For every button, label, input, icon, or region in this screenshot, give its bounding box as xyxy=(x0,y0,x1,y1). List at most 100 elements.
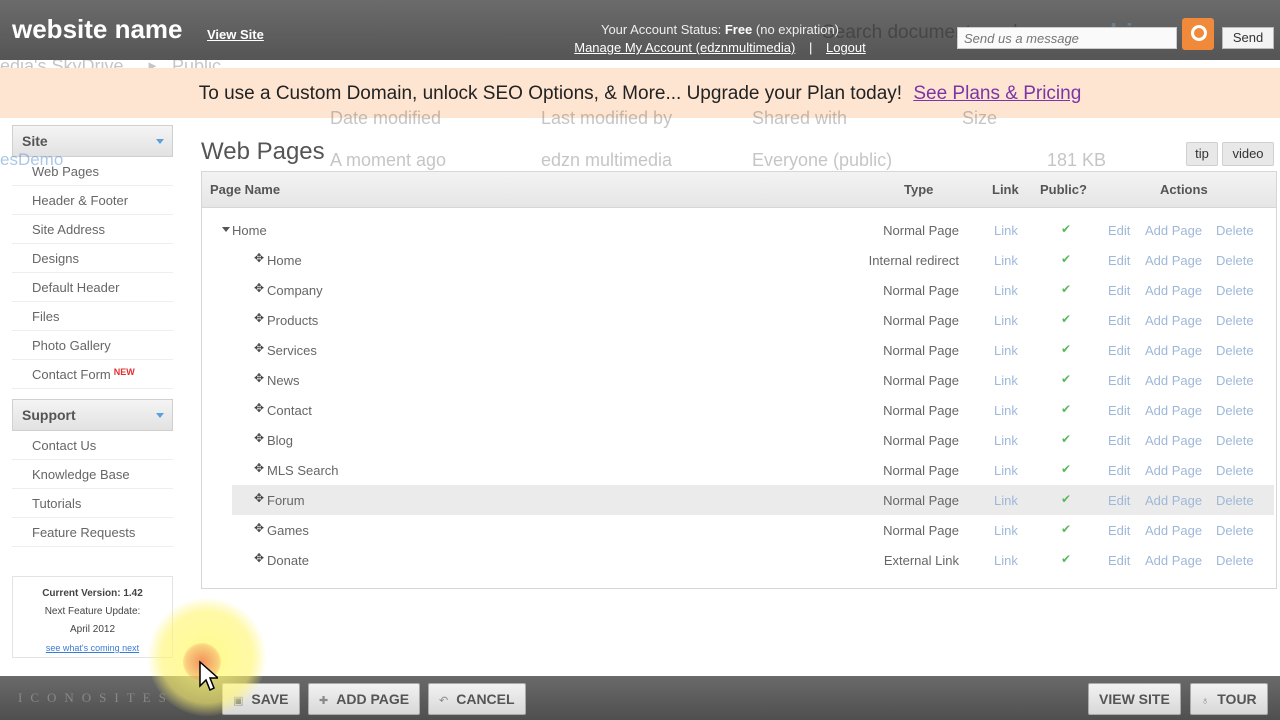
delete-action[interactable]: Delete xyxy=(1216,463,1254,478)
add-page-button[interactable]: ✚ ADD PAGE xyxy=(308,683,421,715)
chevron-down-icon[interactable] xyxy=(222,227,230,232)
page-link[interactable]: Link xyxy=(994,223,1018,238)
sidebar-item-tutorials[interactable]: Tutorials xyxy=(12,489,173,518)
manage-account-link[interactable]: Manage My Account (edznmultimedia) xyxy=(574,40,795,55)
delete-action[interactable]: Delete xyxy=(1216,523,1254,538)
edit-action[interactable]: Edit xyxy=(1108,433,1130,448)
page-link[interactable]: Link xyxy=(994,493,1018,508)
public-check-icon[interactable]: ✔ xyxy=(1061,432,1071,446)
delete-action[interactable]: Delete xyxy=(1216,283,1254,298)
table-row[interactable]: ✥ Donate External Link Link ✔ Edit Add Page Del… xyxy=(232,545,1274,575)
public-check-icon[interactable]: ✔ xyxy=(1061,462,1071,476)
table-row[interactable]: ✥ Blog Normal Page Link ✔ Edit Add Page Delete xyxy=(232,425,1274,455)
delete-action[interactable]: Delete xyxy=(1216,223,1254,238)
sidebar-item-default-header[interactable]: Default Header xyxy=(12,273,173,302)
view-site-button[interactable]: VIEW SITE xyxy=(1088,683,1181,715)
sidebar-item-header-footer[interactable]: Header & Footer xyxy=(12,186,173,215)
delete-action[interactable]: Delete xyxy=(1216,313,1254,328)
send-button[interactable]: Send xyxy=(1222,27,1274,49)
message-input[interactable] xyxy=(957,27,1177,49)
public-check-icon[interactable]: ✔ xyxy=(1061,342,1071,356)
cancel-button[interactable]: ↶ CANCEL xyxy=(428,683,526,715)
add-page-action[interactable]: Add Page xyxy=(1145,343,1202,358)
page-link[interactable]: Link xyxy=(994,253,1018,268)
edit-action[interactable]: Edit xyxy=(1108,463,1130,478)
sidebar-item-knowledge-base[interactable]: Knowledge Base xyxy=(12,460,173,489)
table-row[interactable]: ✥ Company Normal Page Link ✔ Edit Add Page Dele… xyxy=(232,275,1274,305)
tip-button[interactable]: tip xyxy=(1186,142,1218,166)
sidebar-item-designs[interactable]: Designs xyxy=(12,244,173,273)
move-icon[interactable]: ✥ xyxy=(254,281,264,295)
delete-action[interactable]: Delete xyxy=(1216,373,1254,388)
public-check-icon[interactable]: ✔ xyxy=(1061,492,1071,506)
table-row[interactable]: Home Normal Page Link ✔ Edit Add Page Delete xyxy=(222,215,1274,245)
view-site-link[interactable]: View Site xyxy=(207,27,264,42)
edit-action[interactable]: Edit xyxy=(1108,403,1130,418)
public-check-icon[interactable]: ✔ xyxy=(1061,282,1071,296)
add-page-action[interactable]: Add Page xyxy=(1145,313,1202,328)
page-link[interactable]: Link xyxy=(994,553,1018,568)
add-page-action[interactable]: Add Page xyxy=(1145,223,1202,238)
move-icon[interactable]: ✥ xyxy=(254,371,264,385)
video-button[interactable]: video xyxy=(1222,142,1274,166)
move-icon[interactable]: ✥ xyxy=(254,341,264,355)
public-check-icon[interactable]: ✔ xyxy=(1061,522,1071,536)
add-page-action[interactable]: Add Page xyxy=(1145,493,1202,508)
tour-button[interactable]: ♁ TOUR xyxy=(1190,683,1268,715)
edit-action[interactable]: Edit xyxy=(1108,343,1130,358)
table-row[interactable]: ✥ Games Normal Page Link ✔ Edit Add Page Delete xyxy=(232,515,1274,545)
edit-action[interactable]: Edit xyxy=(1108,523,1130,538)
sidebar-item-feature-requests[interactable]: Feature Requests xyxy=(12,518,173,547)
sidebar-item-contact-us[interactable]: Contact Us xyxy=(12,431,173,460)
move-icon[interactable]: ✥ xyxy=(254,521,264,535)
sidebar-item-contact-form[interactable]: Contact Form NEW xyxy=(12,360,173,389)
page-link[interactable]: Link xyxy=(994,403,1018,418)
move-icon[interactable]: ✥ xyxy=(254,311,264,325)
move-icon[interactable]: ✥ xyxy=(254,551,264,565)
add-page-action[interactable]: Add Page xyxy=(1145,373,1202,388)
edit-action[interactable]: Edit xyxy=(1108,283,1130,298)
public-check-icon[interactable]: ✔ xyxy=(1061,402,1071,416)
page-link[interactable]: Link xyxy=(994,373,1018,388)
page-link[interactable]: Link xyxy=(994,313,1018,328)
logout-link[interactable]: Logout xyxy=(826,40,866,55)
page-link[interactable]: Link xyxy=(994,463,1018,478)
page-link[interactable]: Link xyxy=(994,523,1018,538)
edit-action[interactable]: Edit xyxy=(1108,373,1130,388)
add-page-action[interactable]: Add Page xyxy=(1145,283,1202,298)
add-page-action[interactable]: Add Page xyxy=(1145,253,1202,268)
delete-action[interactable]: Delete xyxy=(1216,403,1254,418)
add-page-action[interactable]: Add Page xyxy=(1145,403,1202,418)
sidebar-item-files[interactable]: Files xyxy=(12,302,173,331)
table-row[interactable]: ✥ Products Normal Page Link ✔ Edit Add Page Del… xyxy=(232,305,1274,335)
move-icon[interactable]: ✥ xyxy=(254,251,264,265)
sidebar-support-header[interactable]: Support xyxy=(12,399,173,431)
edit-action[interactable]: Edit xyxy=(1108,313,1130,328)
delete-action[interactable]: Delete xyxy=(1216,493,1254,508)
page-link[interactable]: Link xyxy=(994,283,1018,298)
page-link[interactable]: Link xyxy=(994,343,1018,358)
delete-action[interactable]: Delete xyxy=(1216,343,1254,358)
add-page-action[interactable]: Add Page xyxy=(1145,463,1202,478)
table-row[interactable]: ✥ Forum Normal Page Link ✔ Edit Add Page Delete xyxy=(232,485,1274,515)
sidebar-item-site-address[interactable]: Site Address xyxy=(12,215,173,244)
public-check-icon[interactable]: ✔ xyxy=(1061,372,1071,386)
public-check-icon[interactable]: ✔ xyxy=(1061,222,1071,236)
public-check-icon[interactable]: ✔ xyxy=(1061,252,1071,266)
table-row[interactable]: ✥ Home Internal redirect Link ✔ Edit Add Page D… xyxy=(232,245,1274,275)
table-row[interactable]: ✥ Contact Normal Page Link ✔ Edit Add Page Dele… xyxy=(232,395,1274,425)
add-page-action[interactable]: Add Page xyxy=(1145,553,1202,568)
page-link[interactable]: Link xyxy=(994,433,1018,448)
move-icon[interactable]: ✥ xyxy=(254,461,264,475)
add-page-action[interactable]: Add Page xyxy=(1145,433,1202,448)
table-row[interactable]: ✥ News Normal Page Link ✔ Edit Add Page Delete xyxy=(232,365,1274,395)
delete-action[interactable]: Delete xyxy=(1216,253,1254,268)
move-icon[interactable]: ✥ xyxy=(254,491,264,505)
delete-action[interactable]: Delete xyxy=(1216,553,1254,568)
sidebar-item-photo-gallery[interactable]: Photo Gallery xyxy=(12,331,173,360)
edit-action[interactable]: Edit xyxy=(1108,553,1130,568)
table-row[interactable]: ✥ MLS Search Normal Page Link ✔ Edit Add Page D… xyxy=(232,455,1274,485)
public-check-icon[interactable]: ✔ xyxy=(1061,312,1071,326)
add-page-action[interactable]: Add Page xyxy=(1145,523,1202,538)
table-row[interactable]: ✥ Services Normal Page Link ✔ Edit Add Page Del… xyxy=(232,335,1274,365)
